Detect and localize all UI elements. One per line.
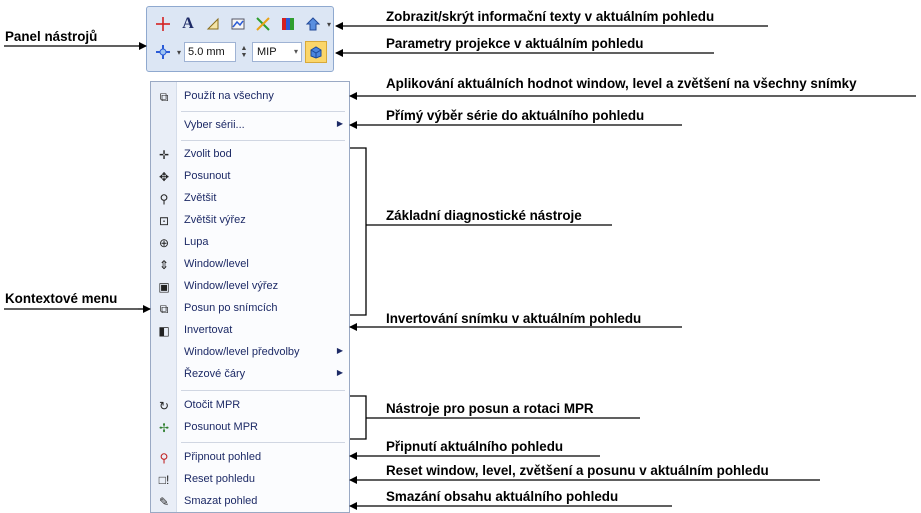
leader-lines [4, 22, 916, 510]
